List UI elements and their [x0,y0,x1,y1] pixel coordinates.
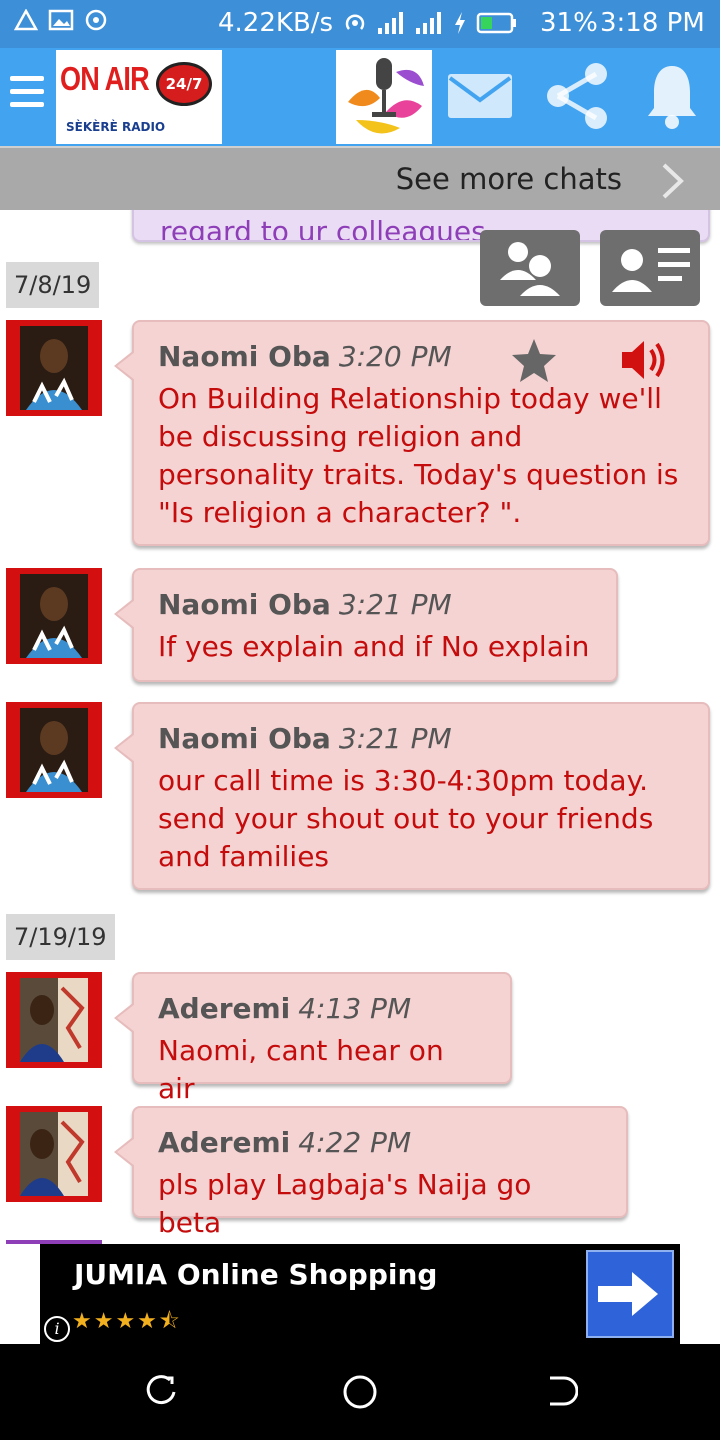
back-icon[interactable] [544,1374,578,1408]
home-icon[interactable] [342,1374,378,1410]
menu-icon-line [10,102,44,107]
menu-button[interactable] [10,76,44,116]
date-separator: 7/19/19 [6,914,115,960]
menu-icon-line [10,76,44,81]
network-speed: 4.22KB/s [218,8,334,38]
group-icon [500,242,560,296]
date-separator: 7/8/19 [6,262,100,308]
avatar[interactable] [6,1106,102,1202]
message-time: 3:20 PM [338,340,452,373]
logo-subtitle: SÈKÈRÈ RADIO [66,120,166,134]
microphone-icon [348,58,424,134]
hotspot-icon [345,14,365,30]
message-text: If yes explain and if No explain [158,630,590,663]
message-author: Naomi Oba [158,588,331,621]
app-screen: 4.22KB/s 31% 3:18 PM ON AIR 24/7 SÈKÈRÈ … [0,0,720,1440]
share-icon[interactable] [542,60,612,132]
message-text: Naomi, cant hear on air [158,1034,444,1105]
message-header: Naomi Oba 3:20 PM [158,338,684,376]
chat-list[interactable]: regard to ur colleagues. 7/8/19 Naomi Ob… [0,210,720,1244]
system-nav-bar [0,1344,720,1440]
bell-icon[interactable] [644,62,700,130]
group-chat-button[interactable] [480,230,580,306]
avatar-photo-naomi [20,326,88,410]
previous-message-text: regard to ur colleagues. [160,215,495,240]
signal-icon [378,12,403,34]
message-bubble[interactable]: Naomi Oba 3:20 PM On Building Relationshi… [114,320,710,546]
arrow-right-icon [598,1272,658,1316]
battery-percent: 31% [540,8,598,38]
ad-banner[interactable]: JUMIA Online Shopping ★★★★⯪ i [40,1244,680,1344]
message-header: Aderemi 4:13 PM [158,990,486,1028]
message-time: 3:21 PM [338,722,452,755]
message-header: Naomi Oba 3:21 PM [158,586,592,624]
see-more-chats-label: See more chats [395,162,622,196]
star-icon[interactable] [510,336,558,384]
logo-text: ON AIR [60,60,150,97]
message-author: Naomi Oba [158,340,331,373]
status-right-icons [342,10,518,36]
message-time: 4:22 PM [298,1126,412,1159]
avatar-photo-aderemi [20,1112,88,1196]
status-left-icons [14,8,108,32]
avatar[interactable] [6,702,102,798]
message-bubble[interactable]: Naomi Oba 3:21 PM our call time is 3:30-4… [114,702,710,890]
message-text: pls play Lagbaja's Naija go beta [158,1168,532,1239]
mail-icon[interactable] [446,70,514,122]
ad-rating-stars: ★★★★⯪ [72,1309,182,1334]
profile-list-button[interactable] [600,230,700,306]
speaker-icon[interactable] [618,336,672,384]
microphone-logo[interactable] [336,50,432,144]
avatar-photo-aderemi [20,978,88,1062]
battery-icon [476,12,516,34]
gallery-icon [48,9,74,31]
message-header: Naomi Oba 3:21 PM [158,720,684,758]
avatar[interactable] [6,972,102,1068]
ad-open-button[interactable] [586,1250,674,1338]
charging-icon [455,12,465,34]
station-logo[interactable]: ON AIR 24/7 SÈKÈRÈ RADIO [56,50,222,144]
recent-apps-icon[interactable] [144,1374,178,1408]
app-bar: ON AIR 24/7 SÈKÈRÈ RADIO [0,48,720,146]
sync-icon [85,9,107,31]
avatar-photo-naomi [20,708,88,792]
message-text: our call time is 3:30-4:30pm today. send… [158,764,654,873]
see-more-chats-bar[interactable]: See more chats [0,146,720,210]
status-time: 3:18 PM [600,8,705,38]
avatar[interactable] [6,568,102,664]
message-bubble[interactable]: Naomi Oba 3:21 PM If yes explain and if N… [114,568,618,682]
message-bubble[interactable]: Aderemi 4:22 PM pls play Lagbaja's Naija … [114,1106,628,1239]
ad-title: JUMIA Online Shopping [74,1258,438,1291]
message-author: Naomi Oba [158,722,331,755]
message-time: 3:21 PM [338,588,452,621]
message-text: On Building Relationship today we'll be … [158,382,679,529]
message-author: Aderemi [158,992,291,1025]
menu-icon-line [10,89,44,94]
status-bar: 4.22KB/s 31% 3:18 PM [0,0,720,48]
message-time: 4:13 PM [298,992,412,1025]
contact-list-icon [612,248,690,292]
message-author: Aderemi [158,1126,291,1159]
signal-2-icon [416,12,441,34]
chevron-right-icon [662,163,684,199]
warning-icon [14,9,38,31]
info-icon[interactable]: i [44,1316,70,1342]
message-header: Aderemi 4:22 PM [158,1124,602,1162]
logo-badge: 24/7 [156,62,212,106]
avatar-photo-naomi [20,574,88,658]
message-bubble[interactable]: Aderemi 4:13 PM Naomi, cant hear on air [114,972,512,1105]
avatar[interactable] [6,320,102,416]
